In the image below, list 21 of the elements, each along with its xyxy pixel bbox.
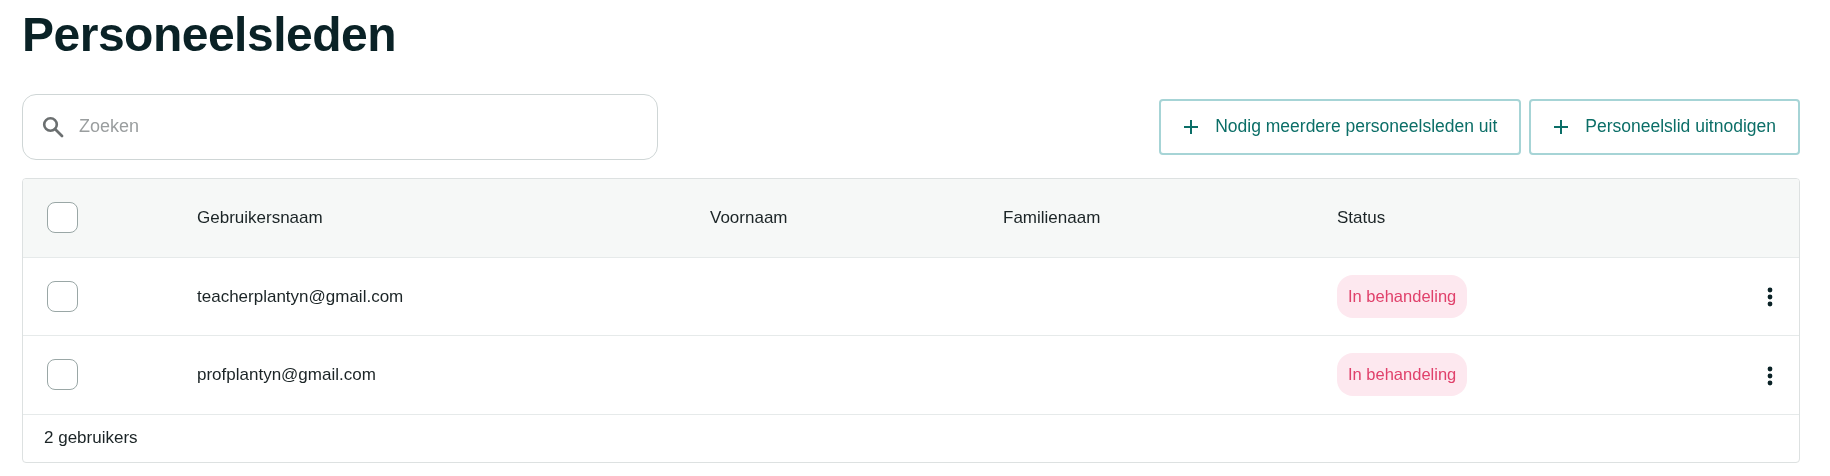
page-title: Personeelsleden <box>22 7 397 63</box>
invite-button[interactable]: Nodig meerdere personeelsleden uit <box>1159 98 1522 155</box>
plus-icon <box>1183 118 1200 135</box>
status-tag: In behandeling <box>1337 353 1468 397</box>
column-header: Familienaam <box>1003 208 1101 228</box>
invite-button[interactable]: Personeelslid uitnodigen <box>1529 98 1800 155</box>
column-header: Gebruikersnaam <box>197 208 323 228</box>
checkbox[interactable] <box>47 202 78 234</box>
table-cell: profplantyn@gmail.com <box>197 365 376 385</box>
table-cell: teacherplantyn@gmail.com <box>197 286 404 306</box>
checkbox[interactable] <box>47 281 78 313</box>
status-tag: In behandeling <box>1337 275 1468 318</box>
search-field[interactable]: Zoeken <box>22 93 658 160</box>
column-header: Status <box>1337 208 1386 228</box>
more-icon <box>1767 287 1773 308</box>
plus-icon <box>1553 118 1570 135</box>
user-count: 2 gebruikers <box>44 427 138 450</box>
more-icon <box>1767 365 1773 386</box>
column-header: Voornaam <box>710 208 788 228</box>
search-icon <box>42 115 64 138</box>
checkbox[interactable] <box>47 359 78 391</box>
